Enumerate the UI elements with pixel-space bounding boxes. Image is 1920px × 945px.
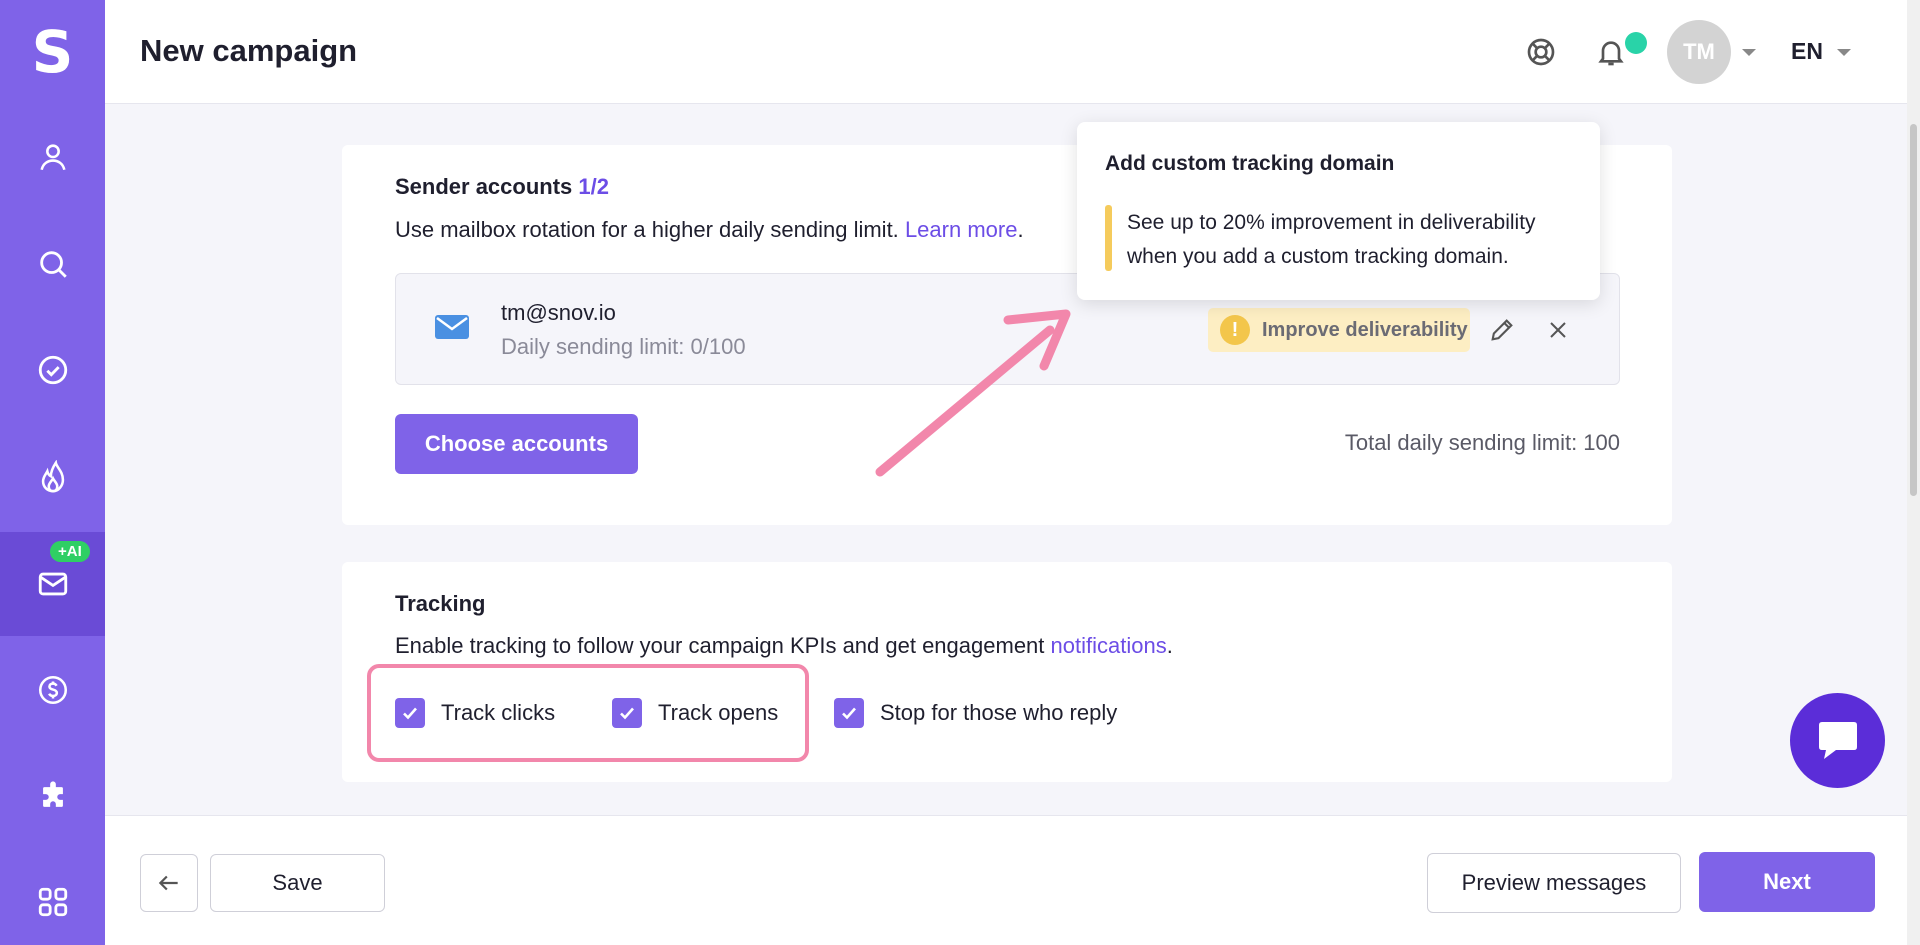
tracking-title: Tracking	[395, 591, 486, 616]
improve-deliverability-button[interactable]: ! Improve deliverability	[1208, 308, 1470, 352]
tracking-description-period: .	[1166, 633, 1173, 658]
sender-title: Sender accounts	[395, 174, 573, 199]
flame-icon	[41, 460, 64, 493]
stop-on-reply-label: Stop for those who reply	[880, 700, 1118, 725]
lifebuoy-icon	[1527, 38, 1555, 66]
mail-icon	[38, 572, 67, 596]
sender-description: Use mailbox rotation for a higher daily …	[395, 217, 1024, 243]
sidebar-item-integrations[interactable]	[0, 745, 105, 849]
scrollbar-thumb[interactable]	[1910, 124, 1917, 496]
sidebar: S +AI	[0, 0, 105, 945]
warning-icon: !	[1220, 315, 1250, 345]
sidebar-item-verify[interactable]	[0, 318, 105, 422]
preview-messages-button[interactable]: Preview messages	[1427, 853, 1681, 913]
checkmark-icon	[842, 707, 856, 720]
tooltip-text: See up to 20% improvement in deliverabil…	[1127, 211, 1536, 268]
chat-icon	[1818, 721, 1857, 759]
sidebar-item-search[interactable]	[0, 212, 105, 316]
chevron-down-icon[interactable]	[1742, 49, 1756, 56]
bell-icon	[1598, 41, 1624, 66]
next-button[interactable]: Next	[1699, 852, 1875, 912]
sidebar-item-campaigns[interactable]: +AI	[0, 532, 105, 636]
sender-count: 1/2	[578, 174, 609, 199]
track-opens-label: Track opens	[658, 700, 779, 725]
checkmark-icon	[403, 707, 417, 720]
learn-more-link[interactable]: Learn more	[905, 217, 1018, 242]
improve-deliverability-label: Improve deliverability	[1262, 318, 1468, 341]
sidebar-item-apps[interactable]	[0, 850, 105, 945]
tooltip-accent-bar	[1105, 205, 1112, 271]
search-icon	[39, 251, 67, 278]
tooltip-title: Add custom tracking domain	[1105, 152, 1395, 175]
chevron-down-icon[interactable]	[1837, 49, 1851, 56]
footer-bar: Save Preview messages Next	[105, 815, 1907, 945]
tracking-description: Enable tracking to follow your campaign …	[395, 633, 1173, 659]
tracking-domain-tooltip: Add custom tracking domain See up to 20%…	[1077, 122, 1600, 300]
track-opens-checkbox[interactable]: Track opens	[612, 698, 778, 728]
edit-account-button[interactable]	[1484, 312, 1520, 348]
arrow-annotation	[875, 309, 1071, 477]
checkbox-checked[interactable]	[612, 698, 642, 728]
arrow-left-icon	[158, 875, 178, 891]
chat-button[interactable]	[1790, 693, 1885, 788]
account-email: tm@snov.io	[501, 300, 616, 325]
sender-description-text: Use mailbox rotation for a higher daily …	[395, 217, 899, 242]
sidebar-item-contacts[interactable]	[0, 105, 105, 209]
language-selector[interactable]: EN	[1791, 38, 1823, 65]
tracking-card: Tracking Enable tracking to follow your …	[342, 562, 1672, 782]
checkbox-checked[interactable]	[834, 698, 864, 728]
check-circle-icon	[38, 355, 67, 385]
checkmark-icon	[620, 707, 634, 720]
checkbox-checked[interactable]	[395, 698, 425, 728]
save-button[interactable]: Save	[210, 854, 385, 912]
track-clicks-label: Track clicks	[441, 700, 556, 725]
app-logo[interactable]: S	[0, 14, 105, 90]
envelope-icon	[435, 315, 469, 339]
close-icon	[1550, 322, 1566, 338]
page-title: New campaign	[140, 33, 358, 68]
total-daily-limit: Total daily sending limit: 100	[1344, 430, 1620, 455]
help-button[interactable]	[1521, 32, 1561, 72]
track-clicks-checkbox[interactable]: Track clicks	[395, 698, 555, 728]
tracking-description-text: Enable tracking to follow your campaign …	[395, 633, 1045, 658]
user-icon	[39, 144, 66, 171]
section-title: Sender accounts 1/2	[395, 174, 609, 200]
dollar-icon	[38, 675, 67, 705]
account-daily-limit: Daily sending limit: 0/100	[501, 334, 746, 359]
notifications-link[interactable]: notifications	[1051, 633, 1167, 658]
grid-icon	[38, 887, 67, 917]
remove-account-button[interactable]	[1540, 312, 1576, 348]
notification-dot	[1625, 32, 1647, 54]
puzzle-icon	[42, 781, 63, 807]
sidebar-item-warmup[interactable]	[0, 425, 105, 529]
ai-badge: +AI	[50, 541, 90, 562]
choose-accounts-button[interactable]: Choose accounts	[395, 414, 638, 474]
scrollbar[interactable]	[1907, 0, 1920, 945]
pencil-icon	[1491, 319, 1513, 341]
stop-on-reply-checkbox[interactable]: Stop for those who reply	[834, 698, 1117, 728]
avatar[interactable]: TM	[1667, 20, 1731, 84]
header: New campaign TM EN	[105, 0, 1907, 104]
sender-description-period: .	[1017, 217, 1024, 242]
back-button[interactable]	[140, 854, 198, 912]
sidebar-item-billing[interactable]	[0, 638, 105, 742]
